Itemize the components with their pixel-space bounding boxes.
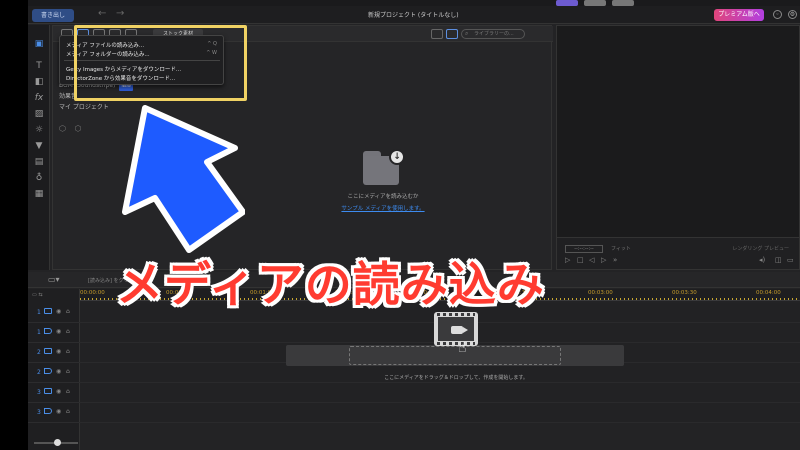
track-number: 3 [37,409,41,416]
track-header-column: ▭ ⇆ 1 ◉ ⌂ 1 ◉ ⌂ 2 ◉ ⌂ 2 ◉ ⌂ 3 ◉ ⌂ 3 ◉ ⌂ [28,289,80,450]
empty-media-area: ↓ ここにメディアを読み込むか サンプル メディアを使用します。 [323,149,443,212]
subtitle-room-icon[interactable]: ▤ [34,157,44,167]
library-search-input[interactable]: ⌕ ライブラリーの... [461,29,525,39]
track-lane[interactable] [80,403,800,423]
ruler-tick: 00:00:00 [80,290,105,296]
preview-panel: --:--:--:-- フィット レンダリング プレビュー ▷ □ ◁ ▷ » … [556,25,800,270]
room-sidebar: ▣ T ◧ fx ▨ ☼ ▼ ▤ ♁ ▦ [28,25,50,270]
timeline-zoom-slider[interactable] [34,439,78,446]
lock-icon[interactable]: ⌂ [66,348,70,355]
preview-screen [557,26,799,238]
render-preview-label[interactable]: レンダリング プレビュー [732,245,789,252]
ruler-tick: 00:04:00 [756,290,781,296]
timeline-folder-icon[interactable]: ▭▾ [48,275,60,284]
title-room-icon[interactable]: T [34,61,44,71]
drop-zone-message: ここにメディアをドラッグ＆ドロップして、作成を開始します。 [384,375,528,381]
next-frame-icon[interactable]: ▷ [601,256,606,264]
track-number: 3 [37,389,41,396]
lock-icon[interactable]: ⌂ [66,328,70,335]
track-row-audio-3[interactable]: 3 ◉ ⌂ [28,403,80,423]
prev-frame-icon[interactable]: ◁ [589,256,594,264]
video-track-icon [44,308,52,314]
media-room-icon[interactable]: ▣ [34,39,44,49]
export-button[interactable]: 書き出し [32,9,74,22]
menu-highlight-frame [74,25,247,101]
track-number: 2 [37,369,41,376]
stop-icon[interactable]: □ [577,256,584,264]
play-icon[interactable]: ▷ [565,256,570,264]
drag-hand-icon: ☝ [458,340,467,356]
track-number: 2 [37,349,41,356]
track-number: 1 [37,329,41,336]
tree-action-icons: ⬡ ⬡ [59,124,82,133]
lock-icon[interactable]: ⌂ [66,308,70,315]
ruler-tick: 00:03:00 [588,290,613,296]
drop-zone-target[interactable] [349,346,561,365]
annotation-caption: メディアの読み込み [116,258,545,313]
empty-media-message: ここにメディアを読み込むか [347,194,419,200]
add-folder-icon[interactable]: ⬡ [59,124,66,133]
pip-room-icon[interactable]: ▨ [34,109,44,119]
annotation-arrow-icon [122,105,245,253]
list-view-button[interactable] [431,29,443,39]
audio-track-icon [44,408,52,414]
transition-room-icon[interactable]: ◧ [34,77,44,87]
timecode-display[interactable]: --:--:--:-- [565,245,603,253]
lock-icon[interactable]: ⌂ [66,368,70,375]
track-manager-icon[interactable]: ▭ ⇆ [32,292,43,298]
search-icon: ⌕ [465,30,469,37]
title-bar: 書き出し ← → 新規プロジェクト (タイトルなし) プレミアム版へ ◦ ⚙ [28,6,800,24]
video-drop-icon [434,312,478,346]
particle-room-icon[interactable]: ☼ [34,125,44,135]
fit-dropdown[interactable]: フィット [611,245,631,252]
account-icon[interactable]: ◦ [773,10,782,19]
visibility-icon[interactable]: ◉ [56,348,61,355]
lock-icon[interactable]: ⌂ [66,408,70,415]
visibility-icon[interactable]: ◉ [56,328,61,335]
zoom-slider-knob[interactable] [54,439,61,446]
video-track-icon [44,348,52,354]
remove-folder-icon[interactable]: ⬡ [75,124,82,133]
audio-track-icon [44,328,52,334]
track-row-audio-2[interactable]: 2 ◉ ⌂ [28,363,80,383]
redo-icon[interactable]: → [116,8,124,19]
audio-mix-icon[interactable]: ▼ [34,141,44,151]
visibility-icon[interactable]: ◉ [56,368,61,375]
settings-icon[interactable]: ⚙ [788,10,797,19]
volume-icon[interactable]: ◂) [759,256,765,264]
visibility-icon[interactable]: ◉ [56,308,61,315]
track-number: 1 [37,309,41,316]
fast-forward-icon[interactable]: » [613,256,617,264]
window-title: 新規プロジェクト (タイトルなし) [368,12,459,19]
track-row-video-2[interactable]: 2 ◉ ⌂ [28,343,80,363]
sample-media-link[interactable]: サンプル メディアを使用します。 [323,204,443,212]
folder-download-icon: ↓ [363,149,405,185]
undo-icon[interactable]: ← [98,8,106,19]
lock-icon[interactable]: ⌂ [66,388,70,395]
ruler-tick: 00:03:30 [672,290,697,296]
track-row-video-3[interactable]: 3 ◉ ⌂ [28,383,80,403]
track-lane[interactable] [80,383,800,403]
chapter-room-icon[interactable]: ▦ [34,189,44,199]
premium-upgrade-button[interactable]: プレミアム版へ [714,9,764,21]
track-row-audio-1[interactable]: 1 ◉ ⌂ [28,323,80,343]
fullscreen-icon[interactable]: ▭ [787,256,794,264]
grid-view-button[interactable] [446,29,458,39]
snapshot-icon[interactable]: ◫ [775,256,782,264]
audio-track-icon [44,368,52,374]
voice-record-icon[interactable]: ♁ [34,173,44,183]
search-placeholder: ライブラリーの... [474,31,514,37]
video-track-icon [44,388,52,394]
effects-room-icon[interactable]: fx [34,93,44,103]
visibility-icon[interactable]: ◉ [56,388,61,395]
track-row-video-1[interactable]: 1 ◉ ⌂ [28,303,80,323]
visibility-icon[interactable]: ◉ [56,408,61,415]
